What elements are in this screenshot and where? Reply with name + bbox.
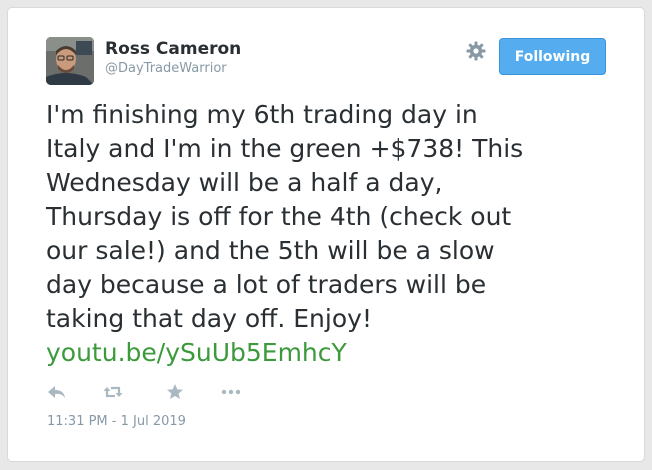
tweet-text: I'm finishing my 6th trading day in Ital… [46, 98, 616, 370]
avatar[interactable] [46, 37, 94, 85]
tweet-text-line: day because a lot of traders will be [46, 270, 487, 299]
tweet-timestamp[interactable]: 11:31 PM - 1 Jul 2019 [47, 414, 186, 429]
gear-icon[interactable] [466, 41, 486, 61]
tweet-link[interactable]: youtu.be/ySuUb5EmhcY [46, 338, 347, 367]
retweet-icon[interactable] [102, 382, 124, 402]
avatar-image [46, 37, 94, 85]
tweet-text-line: Italy and I'm in the green +$738! This [46, 134, 524, 163]
following-button[interactable]: Following [499, 38, 606, 75]
display-name[interactable]: Ross Cameron [105, 39, 241, 59]
tweet-text-line: taking that day off. Enjoy! [46, 304, 372, 333]
reply-icon[interactable] [46, 382, 68, 402]
tweet-card: Ross Cameron @DayTradeWarrior Following … [7, 7, 645, 462]
more-icon[interactable] [220, 382, 242, 402]
user-handle[interactable]: @DayTradeWarrior [105, 61, 227, 76]
tweet-text-line: Thursday is off for the 4th (check out [46, 202, 512, 231]
favorite-icon[interactable] [164, 382, 186, 402]
tweet-text-line: I'm finishing my 6th trading day in [46, 100, 478, 129]
tweet-text-line: our sale!) and the 5th will be a slow [46, 236, 495, 265]
tweet-text-line: Wednesday will be a half a day, [46, 168, 443, 197]
